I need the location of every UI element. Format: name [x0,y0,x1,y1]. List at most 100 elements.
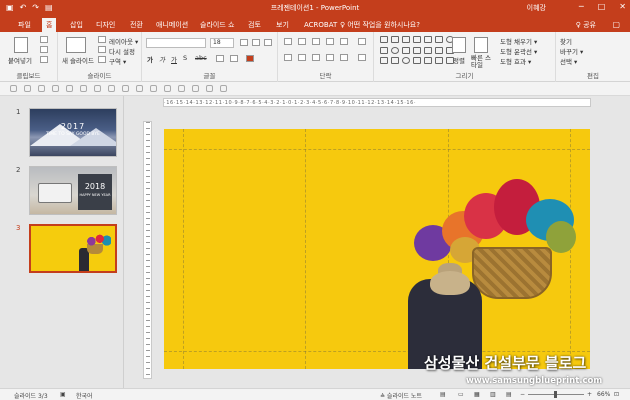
tab-review[interactable]: 검토 [244,18,265,32]
tab-animations[interactable]: 애니메이션 [152,18,192,32]
shapes-gallery[interactable] [380,36,454,66]
arrange-button[interactable]: 정렬 [453,55,465,65]
toolbar-icon-9[interactable] [122,85,129,92]
normal-view-icon[interactable]: ▭ [458,391,464,398]
slide-thumbnail-2[interactable]: 2018 HAPPY NEW YEAR [29,166,117,215]
replace-button[interactable]: 바꾸기 ▾ [560,46,583,56]
user-name[interactable]: 이혜강 [527,3,546,13]
tell-me-search[interactable]: ♀ 어떤 작업을 원하시나요? [340,18,420,32]
comment-icon[interactable]: ▢ [612,18,620,32]
thumb1-title: 2017 [60,122,86,131]
reading-view-icon[interactable]: ▥ [490,391,496,398]
shape-effects-button[interactable]: 도형 효과 ▾ [500,56,531,66]
toolbar-icon-12[interactable] [164,85,171,92]
new-slide-button[interactable]: 새 슬라이드 [62,55,94,65]
toolbar-icon-15[interactable] [206,85,213,92]
toolbar-icon-13[interactable] [178,85,185,92]
toolbar-icon-3[interactable] [38,85,45,92]
toolbar-icon-4[interactable] [52,85,59,92]
toolbar-icon-6[interactable] [80,85,87,92]
char-spacing-icon[interactable] [216,55,224,62]
strikethrough-button[interactable]: abc [195,54,207,62]
paste-icon[interactable] [14,37,28,53]
tab-acrobat[interactable]: ACROBAT [300,18,341,32]
tab-design[interactable]: 디자인 [92,18,119,32]
tab-slideshow[interactable]: 슬라이드 쇼 [196,18,238,32]
copy-icon[interactable] [40,46,48,53]
tab-transitions[interactable]: 전환 [126,18,147,32]
clear-format-icon[interactable] [264,39,272,46]
current-slide[interactable] [164,129,590,369]
layout-button[interactable]: 레이아웃 ▾ [109,36,138,46]
slideshow-view-icon[interactable]: ▤ [506,391,512,398]
toolbar-icon-8[interactable] [108,85,115,92]
line-spacing-icon[interactable] [340,38,348,45]
font-size-field[interactable]: 18 [210,38,234,48]
bullets-icon[interactable] [284,38,292,45]
horizontal-ruler[interactable]: ·16·15·14·13·12·11·10·9·8·7·6·5·4·3·2·1·… [163,98,591,107]
underline-button[interactable]: 가 [171,54,177,64]
grow-font-icon[interactable] [240,39,248,46]
text-direction-icon[interactable] [358,38,366,45]
numbering-icon[interactable] [298,38,306,45]
slide-thumbnail-3[interactable] [29,224,117,273]
toolbar-icon-10[interactable] [136,85,143,92]
minimize-button[interactable]: ─ [579,2,584,11]
paste-button[interactable]: 붙여넣기 [8,55,32,65]
increase-indent-icon[interactable] [326,38,334,45]
toolbar-icon-11[interactable] [150,85,157,92]
quick-styles-icon[interactable] [474,37,488,53]
zoom-in-button[interactable]: + [587,391,592,398]
zoom-out-button[interactable]: − [520,391,525,398]
align-center-icon[interactable] [298,54,306,61]
cut-icon[interactable] [40,36,48,43]
toolbar-icon-14[interactable] [192,85,199,92]
align-right-icon[interactable] [312,54,320,61]
slide-sorter-icon[interactable]: ▦ [474,391,480,398]
toolbar-icon-16[interactable] [220,85,227,92]
decrease-indent-icon[interactable] [312,38,320,45]
section-button[interactable]: 구역 ▾ [109,56,126,66]
tab-insert[interactable]: 삽입 [66,18,87,32]
zoom-slider-handle[interactable] [554,391,557,398]
format-painter-icon[interactable] [40,56,48,63]
quick-styles-button[interactable]: 빠른 스타일 [471,55,493,69]
maximize-button[interactable]: □ [598,2,606,11]
toolbar-icon-1[interactable] [10,85,17,92]
toolbar-icon-7[interactable] [94,85,101,92]
shrink-font-icon[interactable] [252,39,260,46]
shape-outline-button[interactable]: 도형 윤곽선 ▾ [500,46,537,56]
font-color-icon[interactable] [246,55,254,62]
share-button[interactable]: ♀ 공유 [576,18,596,32]
new-slide-icon[interactable] [66,37,86,53]
smartart-icon[interactable] [358,54,366,61]
justify-icon[interactable] [326,54,334,61]
arrange-icon[interactable] [452,37,466,53]
find-button[interactable]: 찾기 [560,36,572,46]
thumb-number-3: 3 [16,224,21,232]
comments-icon[interactable]: ▤ [440,391,446,398]
vertical-ruler[interactable] [143,121,152,379]
language-indicator[interactable]: 한국어 [76,391,93,400]
toolbar-icon-5[interactable] [66,85,73,92]
tab-view[interactable]: 보기 [272,18,293,32]
spell-check-icon[interactable]: ▣ [60,391,66,398]
italic-button[interactable]: 가 [159,54,165,64]
notes-button[interactable]: ≙ 슬라이드 노트 [380,391,422,400]
toolbar-icon-2[interactable] [24,85,31,92]
close-button[interactable]: ✕ [619,2,626,11]
bold-button[interactable]: 가 [147,54,153,64]
zoom-level[interactable]: 66% [597,391,610,398]
reset-button[interactable]: 다시 설정 [109,46,135,56]
select-button[interactable]: 선택 ▾ [560,56,577,66]
change-case-icon[interactable] [230,55,238,62]
columns-icon[interactable] [340,54,348,61]
tab-file[interactable]: 파일 [14,18,35,32]
slide-thumbnail-1[interactable]: 2017 TIME TO SAY GOOD BYE [29,108,117,157]
align-left-icon[interactable] [284,54,292,61]
shape-fill-button[interactable]: 도형 채우기 ▾ [500,36,537,46]
font-name-field[interactable] [146,38,206,48]
tab-home[interactable]: 홈 [42,18,57,32]
fit-slide-icon[interactable]: ⊡ [614,391,619,398]
shadow-button[interactable]: S [183,54,187,62]
